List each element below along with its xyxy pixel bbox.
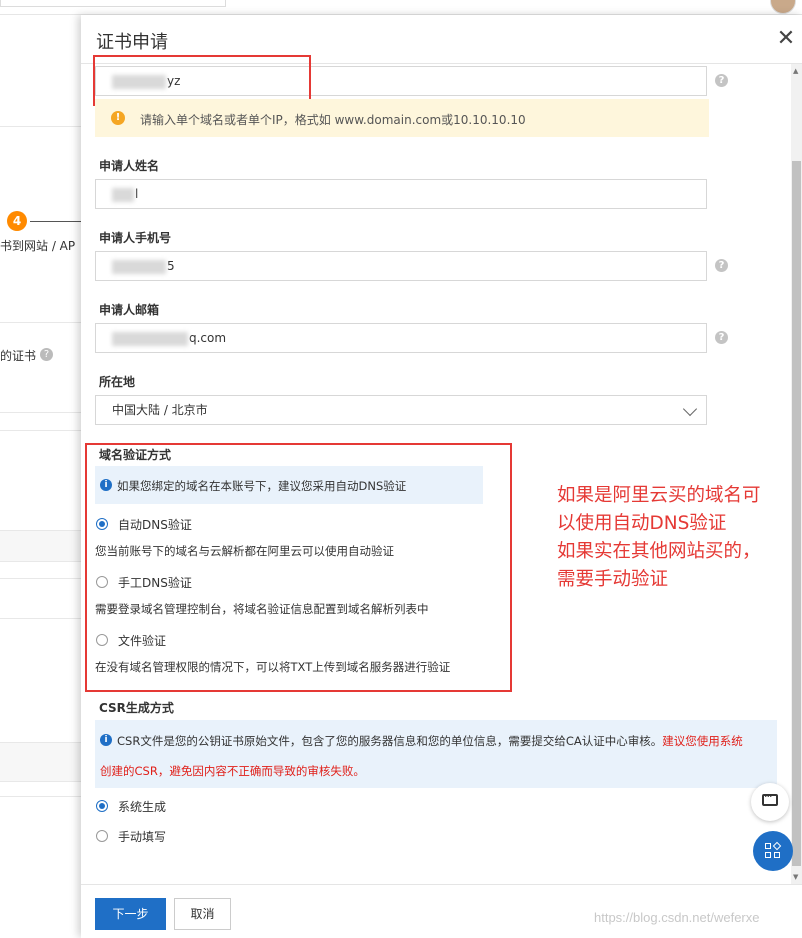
apps-button[interactable] (753, 831, 793, 871)
applicant-name-input[interactable]: l (95, 179, 707, 209)
applicant-email-label: 申请人邮箱 (99, 303, 160, 317)
annotation-line: 如果实在其他网站买的， (557, 541, 761, 562)
annotation-text: 如果是阿里云买的域名可 以使用自动DNS验证 如果实在其他网站买的， 需要手动验… (557, 482, 761, 594)
apps-grid-icon (774, 852, 780, 858)
scrollbar-thumb[interactable] (792, 161, 801, 866)
csr-info-box: i CSR文件是您的公钥证书原始文件，包含了您的服务器信息和您的单位信息，需要提… (95, 720, 777, 788)
domain-hint-text: 请输入单个域名或者单个IP，格式如 www.domain.com或10.10.1… (140, 113, 526, 127)
background-table-header (0, 530, 82, 562)
background-divider (0, 412, 82, 413)
cancel-button[interactable]: 取消 (174, 898, 231, 930)
help-icon[interactable]: ? (40, 348, 53, 361)
redacted-text (112, 259, 166, 274)
background-divider (0, 578, 82, 579)
domain-hint-box: ! 请输入单个域名或者单个IP，格式如 www.domain.com或10.10… (95, 99, 709, 137)
help-icon[interactable]: ? (715, 331, 728, 344)
background-table-row (0, 742, 82, 782)
background-divider (0, 322, 82, 323)
next-button[interactable]: 下一步 (95, 898, 166, 930)
warning-icon: ! (111, 111, 125, 125)
csr-section-label: CSR生成方式 (99, 701, 174, 715)
highlight-frame-verify (85, 443, 512, 692)
csr-info-warning-line2: 创建的CSR，避免因内容不正确而导致的审核失败。 (100, 764, 365, 778)
csr-info-text: CSR文件是您的公钥证书原始文件，包含了您的服务器信息和您的单位信息，需要提交给… (117, 734, 663, 748)
apps-grid-icon (772, 841, 782, 851)
background-divider (0, 430, 82, 431)
redacted-text (112, 187, 134, 202)
location-label: 所在地 (99, 375, 136, 389)
background-divider (0, 796, 82, 797)
drawer-title: 证书申请 (96, 32, 168, 53)
radio-csr-manual-label[interactable]: 手动填写 (118, 828, 166, 845)
cert-label: 的证书 (0, 349, 37, 363)
help-icon[interactable]: ? (715, 74, 728, 87)
applicant-phone-value: 5 (167, 259, 175, 273)
radio-csr-system[interactable] (96, 800, 108, 812)
background-divider (0, 618, 82, 619)
certificate-application-drawer: 证书申请 ✕ ▲ ▼ yz ? ! 请输入单个域名或者单个IP，格式如 www.… (81, 15, 802, 938)
step-label: 书到网站 / AP (0, 239, 76, 253)
annotation-line: 如果是阿里云买的域名可 (557, 485, 761, 506)
chat-button[interactable] (751, 783, 789, 821)
csr-info-line1: CSR文件是您的公钥证书原始文件，包含了您的服务器信息和您的单位信息，需要提交给… (117, 733, 743, 749)
location-select[interactable]: 中国大陆 / 北京市 (95, 395, 707, 425)
watermark: https://blog.csdn.net/weferxe (594, 910, 760, 925)
applicant-email-input[interactable]: q.com (95, 323, 707, 353)
background-topbar (0, 0, 802, 15)
scroll-up-arrow-icon[interactable]: ▲ (793, 67, 798, 75)
chat-bubble-icon (762, 790, 778, 806)
scroll-down-arrow-icon[interactable]: ▼ (793, 873, 798, 881)
radio-csr-manual[interactable] (96, 830, 108, 842)
info-icon: i (100, 734, 112, 746)
background-top-box (0, 0, 226, 7)
step-connector (30, 221, 82, 222)
annotation-line: 需要手动验证 (557, 569, 669, 590)
help-icon[interactable]: ? (715, 259, 728, 272)
apps-grid-icon (765, 852, 771, 858)
location-select-value: 中国大陆 / 北京市 (112, 403, 208, 417)
background-divider (0, 126, 82, 127)
applicant-phone-label: 申请人手机号 (99, 231, 172, 245)
applicant-name-label: 申请人姓名 (99, 159, 160, 173)
step-badge: 4 (7, 211, 27, 231)
close-icon[interactable]: ✕ (774, 27, 798, 51)
annotation-line: 以使用自动DNS验证 (557, 513, 727, 534)
applicant-phone-input[interactable]: 5 (95, 251, 707, 281)
apps-grid-icon (765, 843, 771, 849)
redacted-text (112, 331, 188, 346)
applicant-email-value: q.com (189, 331, 227, 345)
applicant-name-value: l (135, 187, 139, 201)
csr-info-warning: 建议您使用系统 (662, 734, 743, 748)
radio-csr-system-label[interactable]: 系统生成 (118, 798, 166, 815)
